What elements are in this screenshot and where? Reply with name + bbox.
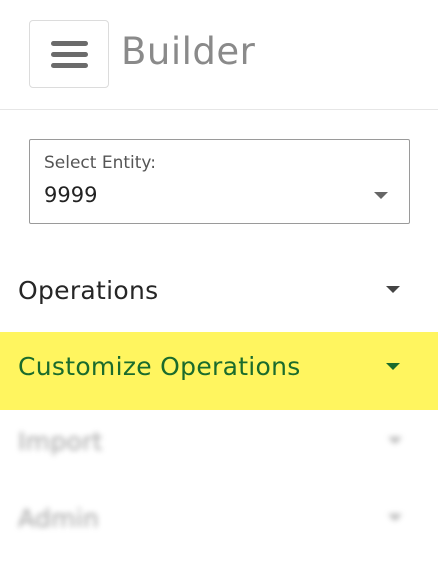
app-header: Builder — [0, 0, 438, 110]
hamburger-menu-icon-bar-3 — [50, 62, 88, 68]
caret-down-icon[interactable] — [388, 514, 402, 521]
nav-item-customize-operations[interactable]: Customize Operations — [0, 332, 438, 410]
nav-item-admin[interactable]: Admin — [0, 482, 438, 560]
entity-select-value: 9999 — [44, 183, 98, 207]
entity-select-label: Select Entity: — [44, 153, 156, 173]
caret-down-icon — [374, 192, 388, 199]
nav-item-import[interactable]: Import — [0, 405, 438, 483]
hamburger-menu-icon-bar-2 — [50, 51, 88, 57]
app-title: Builder — [121, 30, 256, 73]
menu-toggle-button[interactable] — [29, 20, 109, 88]
nav-item-operations[interactable]: Operations — [0, 252, 438, 330]
nav-item-label: Import — [18, 427, 103, 456]
nav-item-label: Operations — [18, 276, 159, 305]
entity-select[interactable]: Select Entity: 9999 — [29, 139, 410, 224]
caret-down-icon[interactable] — [386, 286, 400, 293]
caret-down-icon[interactable] — [386, 363, 400, 370]
nav-item-label: Customize Operations — [18, 352, 301, 381]
nav-item-label: Admin — [18, 504, 100, 533]
caret-down-icon[interactable] — [388, 437, 402, 444]
hamburger-menu-icon — [50, 40, 88, 46]
